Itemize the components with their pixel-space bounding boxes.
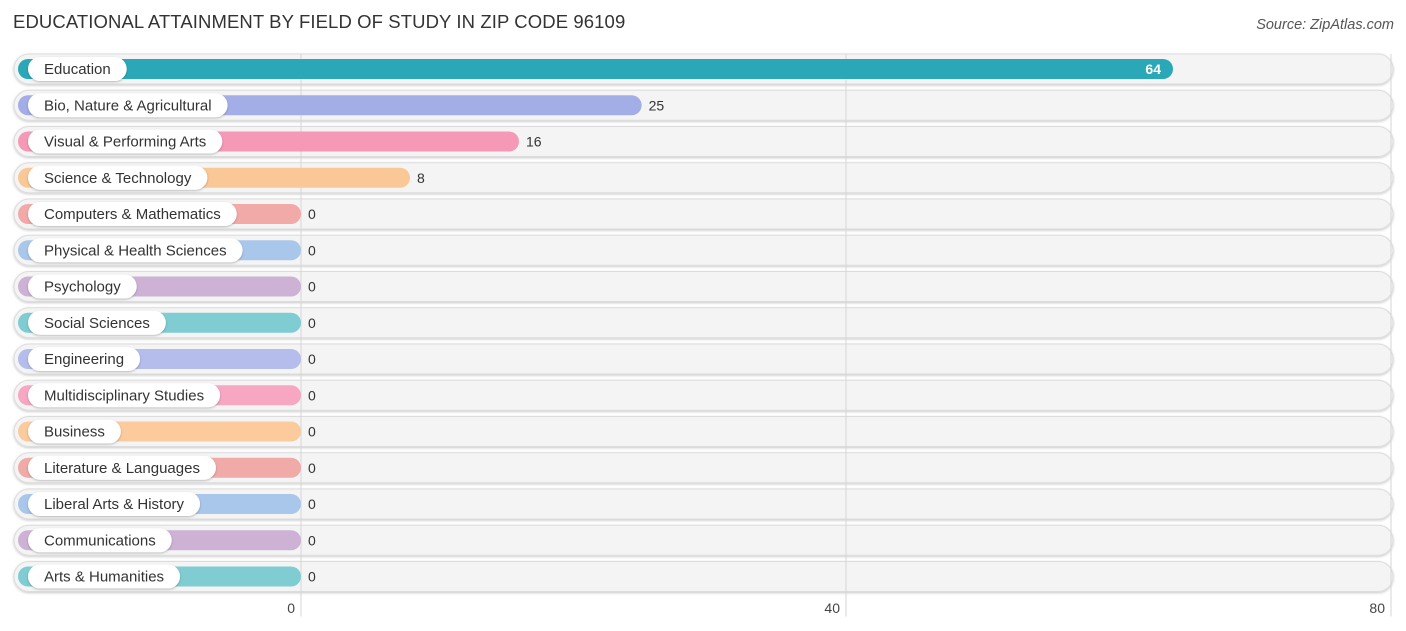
category-label: Computers & Mathematics bbox=[44, 206, 221, 223]
category-label: Engineering bbox=[44, 351, 124, 368]
bar-row: Education 64 bbox=[18, 57, 1173, 81]
bar-row: Engineering 0 bbox=[18, 347, 316, 371]
category-label: Business bbox=[44, 424, 105, 441]
value-label: 8 bbox=[417, 170, 425, 186]
category-label: Arts & Humanities bbox=[44, 569, 164, 586]
value-label: 0 bbox=[308, 279, 316, 295]
category-label: Social Sciences bbox=[44, 315, 150, 332]
category-label: Communications bbox=[44, 532, 156, 549]
bar-row: Science & Technology 8 bbox=[18, 165, 425, 190]
value-label: 0 bbox=[308, 496, 316, 512]
value-label: 0 bbox=[308, 569, 316, 585]
x-tick-label: 0 bbox=[287, 600, 295, 616]
value-label: 0 bbox=[308, 315, 316, 331]
category-label: Physical & Health Sciences bbox=[44, 242, 227, 259]
bar-row: Communications 0 bbox=[18, 528, 316, 553]
value-label: 25 bbox=[649, 97, 665, 113]
value-label: 0 bbox=[308, 460, 316, 476]
category-label: Education bbox=[44, 61, 111, 78]
category-label: Psychology bbox=[44, 279, 121, 296]
category-label: Visual & Performing Arts bbox=[44, 134, 206, 151]
bar-row: Visual & Performing Arts 16 bbox=[18, 129, 542, 154]
x-tick-label: 40 bbox=[824, 600, 840, 616]
value-label: 0 bbox=[308, 206, 316, 222]
category-label: Liberal Arts & History bbox=[44, 496, 185, 513]
category-label: Multidisciplinary Studies bbox=[44, 387, 204, 404]
bar-row: Multidisciplinary Studies 0 bbox=[18, 383, 316, 408]
bar-row: Psychology 0 bbox=[18, 274, 316, 299]
bar-row: Bio, Nature & Agricultural 25 bbox=[18, 93, 665, 118]
value-label: 16 bbox=[526, 134, 542, 150]
value-label: 64 bbox=[1145, 61, 1161, 77]
value-label: 0 bbox=[308, 242, 316, 258]
value-label: 0 bbox=[308, 351, 316, 367]
bar-row: Liberal Arts & History 0 bbox=[18, 492, 316, 516]
bar-chart: Education 64 Bio, Nature & Agricultural 25 V… bbox=[13, 53, 1394, 617]
bar-row: Business 0 bbox=[18, 419, 316, 444]
bar-row: Social Sciences 0 bbox=[18, 310, 316, 335]
bar-row: Arts & Humanities 0 bbox=[18, 564, 316, 589]
category-label: Bio, Nature & Agricultural bbox=[44, 97, 212, 114]
value-label: 0 bbox=[308, 387, 316, 403]
bar-row: Literature & Languages 0 bbox=[18, 455, 316, 480]
value-label: 0 bbox=[308, 532, 316, 548]
x-tick-label: 80 bbox=[1369, 600, 1385, 616]
category-label: Science & Technology bbox=[44, 170, 192, 187]
bar-row: Computers & Mathematics 0 bbox=[18, 202, 316, 226]
category-label: Literature & Languages bbox=[44, 460, 200, 477]
value-label: 0 bbox=[308, 424, 316, 440]
bar-row: Physical & Health Sciences 0 bbox=[18, 238, 316, 263]
bar bbox=[18, 59, 1173, 79]
